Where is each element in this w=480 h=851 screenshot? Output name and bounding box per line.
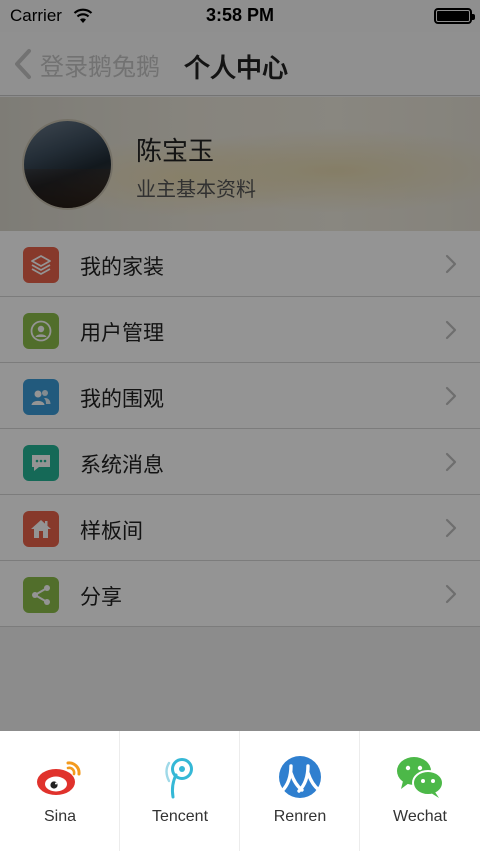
share-label: Tencent — [151, 808, 209, 825]
modal-dim-overlay[interactable] — [0, 0, 480, 731]
wechat-icon — [397, 757, 444, 798]
renren-icon — [279, 756, 321, 798]
share-wechat-button[interactable]: Wechat — [360, 731, 480, 851]
share-label: Renren — [273, 808, 327, 825]
sina-weibo-icon — [37, 761, 81, 795]
share-label: Wechat — [393, 808, 447, 825]
share-label: Sina — [43, 808, 77, 825]
tencent-weibo-icon — [165, 758, 193, 799]
share-sheet: Sina Tencent Renren Wechat — [0, 731, 480, 851]
share-sina-button[interactable]: Sina — [0, 731, 120, 851]
share-renren-button[interactable]: Renren — [240, 731, 360, 851]
share-tencent-button[interactable]: Tencent — [120, 731, 240, 851]
